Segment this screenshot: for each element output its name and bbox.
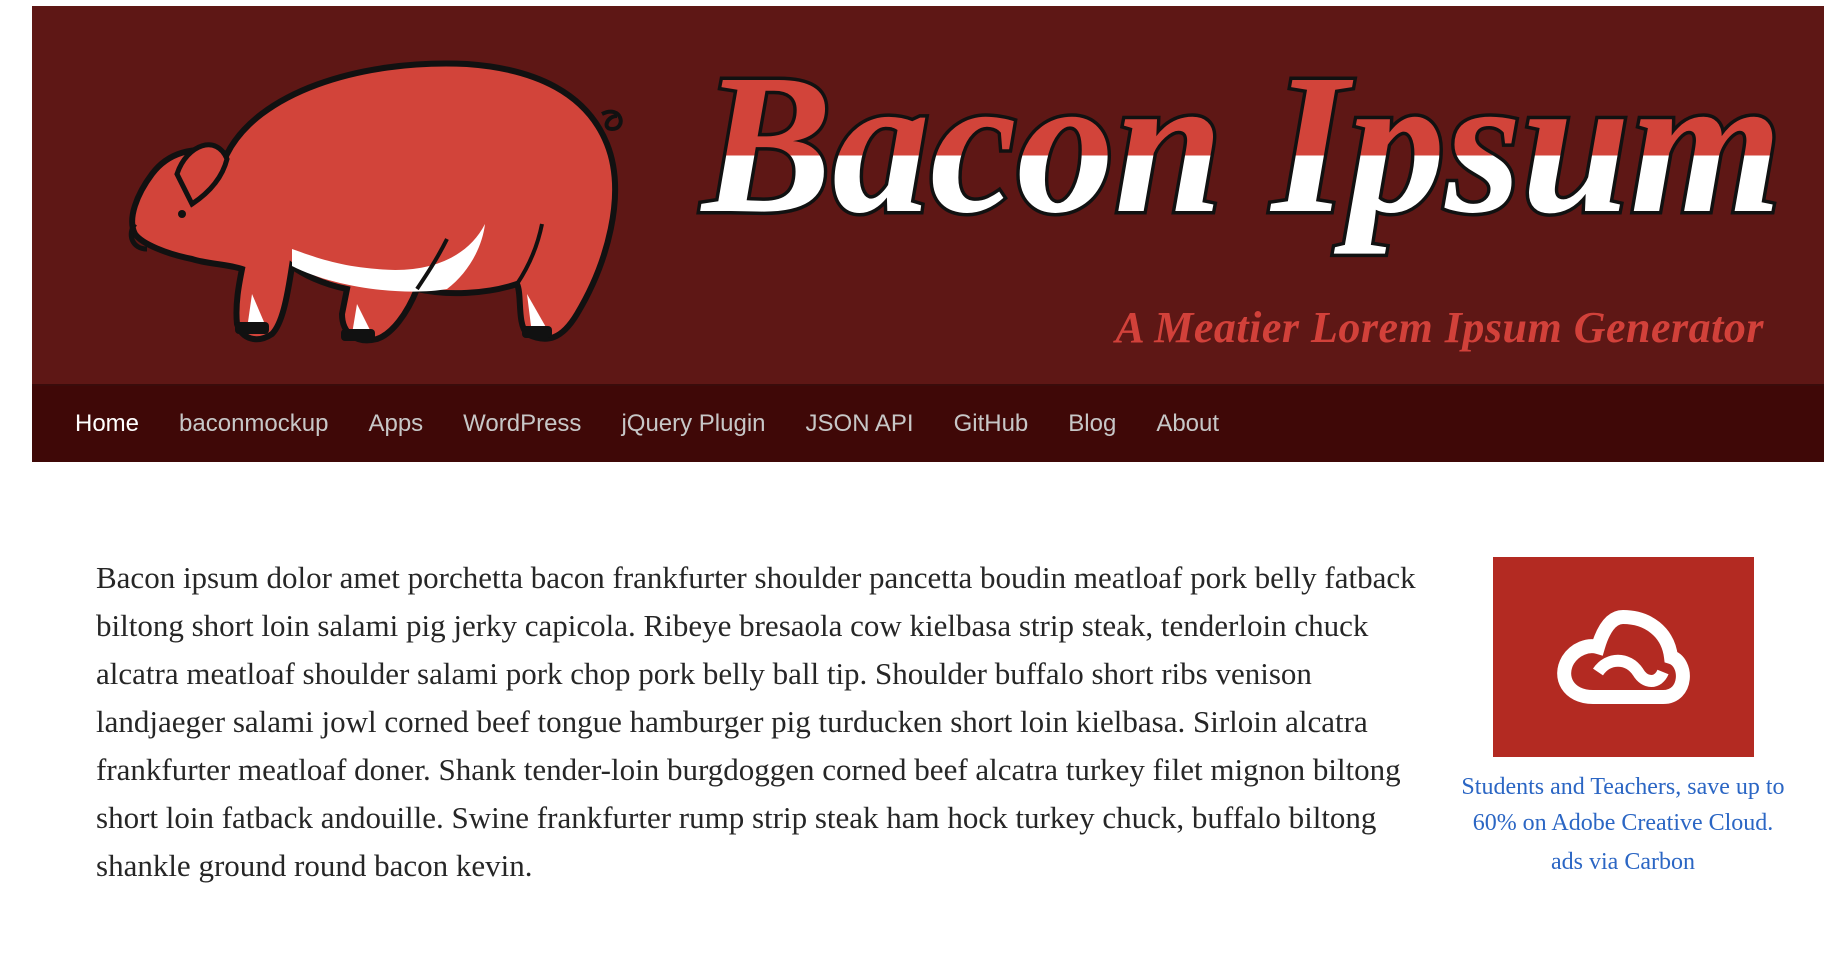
nav-apps[interactable]: Apps bbox=[368, 410, 423, 438]
adobe-creative-cloud-icon bbox=[1557, 609, 1690, 704]
main-nav: Home baconmockup Apps WordPress jQuery P… bbox=[32, 386, 1824, 462]
tagline: A Meatier Lorem Ipsum Generator bbox=[1115, 303, 1764, 352]
ad-text-link[interactable]: Students and Teachers, save up to 60% on… bbox=[1458, 769, 1788, 841]
ads-via-carbon-link[interactable]: ads via Carbon bbox=[1458, 849, 1788, 876]
nav-github[interactable]: GitHub bbox=[954, 410, 1029, 438]
nav-about[interactable]: About bbox=[1156, 410, 1219, 438]
nav-wordpress[interactable]: WordPress bbox=[463, 410, 581, 438]
carbon-ad: Students and Teachers, save up to 60% on… bbox=[1458, 557, 1788, 876]
bacon-ipsum-paragraph: Bacon ipsum dolor amet porchetta bacon f… bbox=[96, 560, 1416, 883]
site-header: Bacon Ipsum A Meatier Lorem Ipsum Genera… bbox=[32, 6, 1824, 462]
ad-image-link[interactable] bbox=[1492, 557, 1754, 757]
nav-blog[interactable]: Blog bbox=[1068, 410, 1116, 438]
main-content: Bacon ipsum dolor amet porchetta bacon f… bbox=[96, 554, 1416, 890]
nav-home[interactable]: Home bbox=[75, 410, 139, 438]
bacon-ipsum-logo: Bacon Ipsum bbox=[697, 31, 1786, 259]
logo-text: Bacon Ipsum bbox=[700, 34, 1782, 255]
banner: Bacon Ipsum A Meatier Lorem Ipsum Genera… bbox=[32, 6, 1824, 386]
nav-baconmockup[interactable]: baconmockup bbox=[179, 410, 328, 438]
nav-json-api[interactable]: JSON API bbox=[806, 410, 914, 438]
nav-jquery-plugin[interactable]: jQuery Plugin bbox=[621, 410, 765, 438]
